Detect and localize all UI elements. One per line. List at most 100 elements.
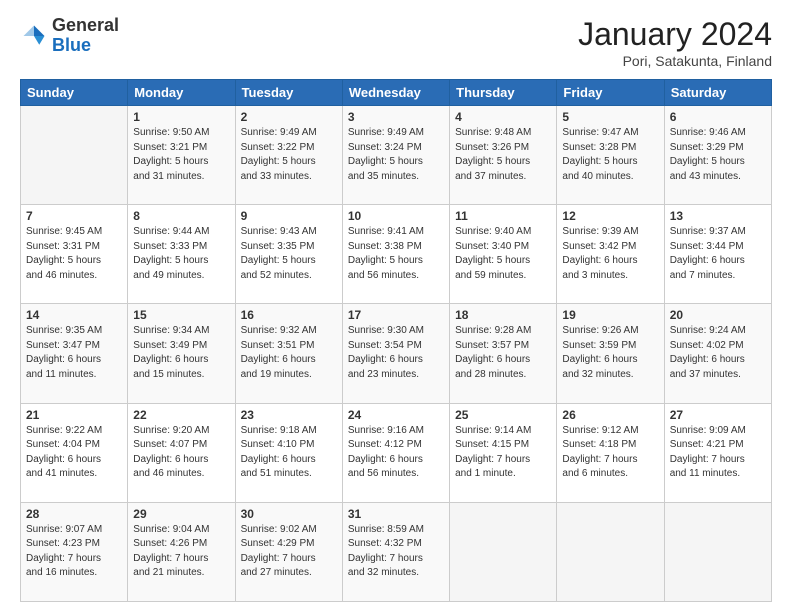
day-info: Sunrise: 8:59 AMSunset: 4:32 PMDaylight:… [348,523,444,581]
day-info: Sunrise: 9:18 AMSunset: 4:10 PMDaylight:… [241,424,337,482]
day-info: Sunrise: 9:14 AMSunset: 4:15 PMDaylight:… [455,424,551,482]
day-info: Sunrise: 9:20 AMSunset: 4:07 PMDaylight:… [133,424,229,482]
day-number: 10 [348,209,444,223]
calendar-cell: 2Sunrise: 9:49 AMSunset: 3:22 PMDaylight… [235,106,342,205]
day-info: Sunrise: 9:02 AMSunset: 4:29 PMDaylight:… [241,523,337,581]
location-subtitle: Pori, Satakunta, Finland [578,53,772,69]
day-number: 14 [26,308,122,322]
day-number: 31 [348,507,444,521]
page-header: General Blue January 2024 Pori, Satakunt… [20,16,772,69]
day-info: Sunrise: 9:46 AMSunset: 3:29 PMDaylight:… [670,126,766,184]
day-info: Sunrise: 9:43 AMSunset: 3:35 PMDaylight:… [241,225,337,283]
month-title: January 2024 [578,16,772,53]
calendar-cell: 27 Sunrise: 9:09 AMSunset: 4:21 PMDayligh… [664,403,771,502]
day-info: Sunrise: 9:28 AMSunset: 3:57 PMDaylight:… [455,324,551,382]
day-number: 24 [348,408,444,422]
day-info: Sunrise: 9:41 AMSunset: 3:38 PMDaylight:… [348,225,444,283]
calendar-cell: 9 Sunrise: 9:43 AMSunset: 3:35 PMDaylight… [235,205,342,304]
calendar-cell: 12 Sunrise: 9:39 AMSunset: 3:42 PMDayligh… [557,205,664,304]
day-number: 26 [562,408,658,422]
day-info: Sunrise: 9:16 AMSunset: 4:12 PMDaylight:… [348,424,444,482]
weekday-header-friday: Friday [557,80,664,106]
calendar-cell: 25 Sunrise: 9:14 AMSunset: 4:15 PMDayligh… [450,403,557,502]
day-number: 9 [241,209,337,223]
day-info: Sunrise: 9:39 AMSunset: 3:42 PMDaylight:… [562,225,658,283]
calendar-table: SundayMondayTuesdayWednesdayThursdayFrid… [20,79,772,602]
day-number: 23 [241,408,337,422]
calendar-cell: 11 Sunrise: 9:40 AMSunset: 3:40 PMDayligh… [450,205,557,304]
calendar-header: SundayMondayTuesdayWednesdayThursdayFrid… [21,80,772,106]
day-number: 21 [26,408,122,422]
calendar-cell: 18 Sunrise: 9:28 AMSunset: 3:57 PMDayligh… [450,304,557,403]
day-number: 8 [133,209,229,223]
calendar-cell: 20 Sunrise: 9:24 AMSunset: 4:02 PMDayligh… [664,304,771,403]
calendar-cell: 15Sunrise: 9:34 AMSunset: 3:49 PMDayligh… [128,304,235,403]
calendar-body: 1 Sunrise: 9:50 AMSunset: 3:21 PMDaylight… [21,106,772,602]
day-number: 30 [241,507,337,521]
day-number: 2 [241,110,337,124]
day-info: Sunrise: 9:30 AMSunset: 3:54 PMDaylight:… [348,324,444,382]
day-info: Sunrise: 9:40 AMSunset: 3:40 PMDaylight:… [455,225,551,283]
calendar-week-row: 28 Sunrise: 9:07 AMSunset: 4:23 PMDayligh… [21,502,772,601]
day-number: 3 [348,110,444,124]
day-number: 5 [562,110,658,124]
logo-general: General [52,15,119,35]
day-number: 25 [455,408,551,422]
day-info: Sunrise: 9:37 AMSunset: 3:44 PMDaylight:… [670,225,766,283]
calendar-week-row: 1 Sunrise: 9:50 AMSunset: 3:21 PMDaylight… [21,106,772,205]
day-number: 16 [241,308,337,322]
calendar-cell: 4Sunrise: 9:48 AMSunset: 3:26 PMDaylight… [450,106,557,205]
calendar-cell: 19 Sunrise: 9:26 AMSunset: 3:59 PMDayligh… [557,304,664,403]
day-number: 12 [562,209,658,223]
day-number: 18 [455,308,551,322]
calendar-cell: 30 Sunrise: 9:02 AMSunset: 4:29 PMDayligh… [235,502,342,601]
logo-blue: Blue [52,35,91,55]
day-number: 19 [562,308,658,322]
day-number: 6 [670,110,766,124]
day-number: 28 [26,507,122,521]
calendar-week-row: 14 Sunrise: 9:35 AMSunset: 3:47 PMDayligh… [21,304,772,403]
day-info: Sunrise: 9:47 AMSunset: 3:28 PMDaylight:… [562,126,658,184]
calendar-week-row: 7Sunrise: 9:45 AMSunset: 3:31 PMDaylight… [21,205,772,304]
calendar-cell: 24 Sunrise: 9:16 AMSunset: 4:12 PMDayligh… [342,403,449,502]
logo-text: General Blue [52,16,119,56]
day-info: Sunrise: 9:24 AMSunset: 4:02 PMDaylight:… [670,324,766,382]
calendar-cell: 28 Sunrise: 9:07 AMSunset: 4:23 PMDayligh… [21,502,128,601]
calendar-cell: 29Sunrise: 9:04 AMSunset: 4:26 PMDayligh… [128,502,235,601]
weekday-header-saturday: Saturday [664,80,771,106]
day-info: Sunrise: 9:22 AMSunset: 4:04 PMDaylight:… [26,424,122,482]
calendar-cell: 1 Sunrise: 9:50 AMSunset: 3:21 PMDaylight… [128,106,235,205]
weekday-header-tuesday: Tuesday [235,80,342,106]
calendar-cell: 7Sunrise: 9:45 AMSunset: 3:31 PMDaylight… [21,205,128,304]
day-info: Sunrise: 9:50 AMSunset: 3:21 PMDaylight:… [133,126,229,184]
day-number: 22 [133,408,229,422]
day-number: 20 [670,308,766,322]
title-block: January 2024 Pori, Satakunta, Finland [578,16,772,69]
calendar-cell: 10 Sunrise: 9:41 AMSunset: 3:38 PMDayligh… [342,205,449,304]
calendar-cell [450,502,557,601]
calendar-cell: 23 Sunrise: 9:18 AMSunset: 4:10 PMDayligh… [235,403,342,502]
calendar-week-row: 21 Sunrise: 9:22 AMSunset: 4:04 PMDayligh… [21,403,772,502]
calendar-cell: 21 Sunrise: 9:22 AMSunset: 4:04 PMDayligh… [21,403,128,502]
calendar-cell: 5 Sunrise: 9:47 AMSunset: 3:28 PMDaylight… [557,106,664,205]
day-number: 1 [133,110,229,124]
day-info: Sunrise: 9:35 AMSunset: 3:47 PMDaylight:… [26,324,122,382]
day-info: Sunrise: 9:49 AMSunset: 3:24 PMDaylight:… [348,126,444,184]
logo-icon [20,22,48,50]
day-number: 13 [670,209,766,223]
weekday-header-sunday: Sunday [21,80,128,106]
day-info: Sunrise: 9:34 AMSunset: 3:49 PMDaylight:… [133,324,229,382]
calendar-cell [21,106,128,205]
calendar-cell [664,502,771,601]
day-info: Sunrise: 9:04 AMSunset: 4:26 PMDaylight:… [133,523,229,581]
day-number: 11 [455,209,551,223]
logo: General Blue [20,16,119,56]
day-info: Sunrise: 9:07 AMSunset: 4:23 PMDaylight:… [26,523,122,581]
day-number: 27 [670,408,766,422]
calendar-cell: 16 Sunrise: 9:32 AMSunset: 3:51 PMDayligh… [235,304,342,403]
calendar-page: General Blue January 2024 Pori, Satakunt… [0,0,792,612]
day-info: Sunrise: 9:09 AMSunset: 4:21 PMDaylight:… [670,424,766,482]
calendar-cell: 14 Sunrise: 9:35 AMSunset: 3:47 PMDayligh… [21,304,128,403]
day-info: Sunrise: 9:32 AMSunset: 3:51 PMDaylight:… [241,324,337,382]
day-info: Sunrise: 9:26 AMSunset: 3:59 PMDaylight:… [562,324,658,382]
